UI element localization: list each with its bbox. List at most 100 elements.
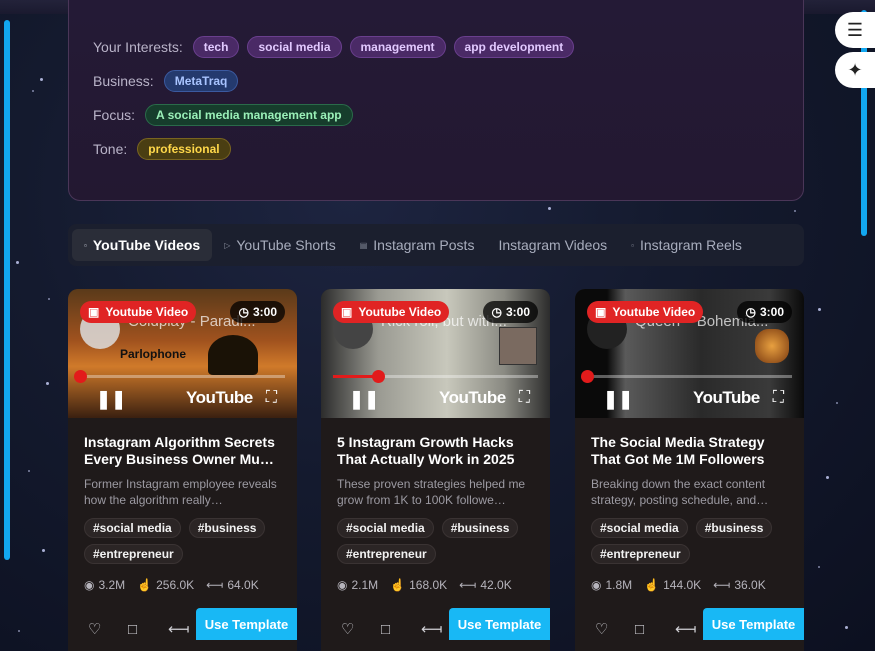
- focus-row: Focus: A social media management app: [93, 104, 353, 126]
- clock-icon: ◷: [491, 305, 502, 319]
- fullscreen-icon[interactable]: ⛶: [773, 389, 784, 407]
- business-chip[interactable]: MetaTraq: [163, 70, 239, 92]
- eye-icon: ◉: [84, 578, 95, 592]
- card-title: Instagram Algorithm Secrets Every Busine…: [84, 434, 275, 467]
- use-template-button[interactable]: Use Template: [449, 608, 550, 640]
- views-count: 3.2M: [98, 578, 126, 592]
- likes-count: 256.0K: [156, 578, 195, 592]
- type-badge: ▣ Youtube Video: [333, 301, 450, 323]
- quote-icon: ☰: [846, 19, 864, 40]
- tag[interactable]: #entrepreneur: [84, 544, 183, 564]
- heart-icon[interactable]: ♡: [595, 620, 635, 638]
- reel-icon: ▫: [631, 240, 634, 250]
- use-template-button[interactable]: Use Template: [703, 608, 804, 640]
- use-template-button[interactable]: Use Template: [196, 608, 297, 640]
- video-progress-bar[interactable]: [74, 370, 285, 383]
- tag[interactable]: #social media: [591, 518, 688, 538]
- heart-icon[interactable]: ♡: [341, 620, 381, 638]
- card-title: 5 Instagram Growth Hacks That Actually W…: [337, 434, 515, 467]
- ai-sparkle-button[interactable]: ✦: [835, 52, 875, 88]
- interest-chip[interactable]: tech: [192, 36, 240, 58]
- video-camera-icon: ▣: [88, 305, 100, 319]
- bookmark-icon[interactable]: □: [128, 621, 168, 638]
- interests-row: Your Interests: tech social media manage…: [93, 36, 575, 58]
- tag[interactable]: #business: [695, 518, 773, 538]
- video-player[interactable]: Queen – Bohemia... ▣ Youtube Video ◷ 3:00 …: [575, 289, 804, 418]
- video-card[interactable]: Rick roll, but with... ▣ Youtube Video ◷ 3…: [321, 289, 550, 651]
- thumbs-up-icon: ☝: [390, 578, 406, 592]
- tag-list: #social media #business #entrepreneur: [337, 518, 547, 564]
- tone-row: Tone: professional: [93, 138, 231, 160]
- tab-instagram-videos[interactable]: Instagram Videos: [486, 229, 619, 261]
- video-card[interactable]: Coldplay - Paradi... Parlophone ▣ Youtube…: [68, 289, 297, 651]
- tag[interactable]: #business: [188, 518, 266, 538]
- tag[interactable]: #business: [441, 518, 519, 538]
- business-label: Business:: [93, 73, 154, 89]
- shares-count: 64.0K: [227, 578, 259, 592]
- interest-chip[interactable]: app development: [453, 36, 575, 58]
- progress-knob[interactable]: [581, 370, 594, 383]
- pause-icon[interactable]: ❚❚: [96, 389, 126, 410]
- tag[interactable]: #entrepreneur: [591, 544, 690, 564]
- video-camera-icon: ▣: [341, 305, 353, 319]
- tag[interactable]: #entrepreneur: [337, 544, 436, 564]
- tab-youtube-videos[interactable]: ▫ YouTube Videos: [72, 229, 213, 261]
- type-badge: ▣ Youtube Video: [587, 301, 704, 323]
- youtube-logo[interactable]: YouTube: [693, 388, 760, 408]
- thumbs-up-icon: ☝: [137, 578, 153, 592]
- tag[interactable]: #social media: [337, 518, 434, 538]
- shares-count: 42.0K: [480, 578, 512, 592]
- profile-summary-card: Your Interests: tech social media manage…: [68, 0, 804, 201]
- focus-chip[interactable]: A social media management app: [145, 104, 353, 126]
- card-description: These proven strategies helped me grow f…: [337, 477, 526, 507]
- left-scrollbar[interactable]: [4, 20, 10, 560]
- progress-knob[interactable]: [372, 370, 386, 383]
- tag-list: #social media #business #entrepreneur: [84, 518, 294, 564]
- tab-youtube-shorts[interactable]: ▷ YouTube Shorts: [212, 229, 348, 261]
- card-description: Former Instagram employee reveals how th…: [84, 477, 277, 507]
- duration-badge: ◷ 3:00: [483, 301, 538, 323]
- platform-tabs: ▫ YouTube Videos ▷ YouTube Shorts ▤ Inst…: [68, 224, 804, 266]
- share-icon: ⟻: [459, 578, 477, 592]
- tab-instagram-posts[interactable]: ▤ Instagram Posts: [348, 229, 487, 261]
- duration-badge: ◷ 3:00: [737, 301, 792, 323]
- thumbs-up-icon: ☝: [644, 578, 660, 592]
- video-player[interactable]: Rick roll, but with... ▣ Youtube Video ◷ 3…: [321, 289, 550, 418]
- eye-icon: ◉: [337, 578, 348, 592]
- views-count: 2.1M: [351, 578, 379, 592]
- tone-chip[interactable]: professional: [137, 138, 231, 160]
- youtube-logo[interactable]: YouTube: [439, 388, 506, 408]
- bookmark-icon[interactable]: □: [381, 621, 421, 638]
- tree-silhouette: [208, 335, 258, 375]
- interest-chip[interactable]: management: [349, 36, 446, 58]
- thumbnail-caption: Parlophone: [120, 347, 187, 361]
- tag[interactable]: #social media: [84, 518, 181, 538]
- heart-icon[interactable]: ♡: [88, 620, 128, 638]
- pause-icon[interactable]: ❚❚: [349, 389, 379, 410]
- focus-label: Focus:: [93, 107, 136, 123]
- bookmark-icon[interactable]: □: [635, 621, 675, 638]
- tab-instagram-reels[interactable]: ▫ Instagram Reels: [619, 229, 754, 261]
- card-description: Breaking down the exact content strategy…: [591, 477, 769, 507]
- fullscreen-icon[interactable]: ⛶: [519, 389, 530, 407]
- youtube-logo[interactable]: YouTube: [186, 388, 253, 408]
- clock-icon: ◷: [745, 305, 756, 319]
- pause-icon[interactable]: ❚❚: [603, 389, 633, 410]
- share-icon: ⟻: [206, 578, 224, 592]
- duration-badge: ◷ 3:00: [230, 301, 285, 323]
- video-card[interactable]: Queen – Bohemia... ▣ Youtube Video ◷ 3:00 …: [575, 289, 804, 651]
- video-progress-bar[interactable]: [333, 370, 538, 383]
- clock-icon: ◷: [238, 305, 249, 319]
- progress-knob[interactable]: [74, 370, 87, 383]
- card-stats: ◉ 2.1M ☝ 168.0K ⟻ 42.0K: [337, 578, 534, 592]
- video-player[interactable]: Coldplay - Paradi... Parlophone ▣ Youtube…: [68, 289, 297, 418]
- interest-chip[interactable]: social media: [247, 36, 342, 58]
- shares-count: 36.0K: [734, 578, 766, 592]
- quote-button[interactable]: ☰: [835, 12, 875, 48]
- tag-list: #social media #business #entrepreneur: [591, 518, 801, 564]
- fullscreen-icon[interactable]: ⛶: [266, 389, 277, 407]
- video-progress-bar[interactable]: [581, 370, 792, 383]
- video-icon: ▫: [84, 240, 87, 250]
- share-icon: ⟻: [713, 578, 731, 592]
- crest-logo: [755, 329, 789, 363]
